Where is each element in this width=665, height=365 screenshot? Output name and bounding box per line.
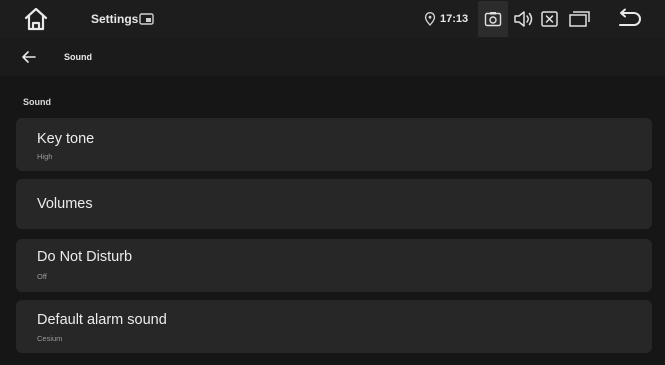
status-bar: Settings 17:13 — [0, 0, 665, 38]
default-alarm-sound-item[interactable]: Default alarm sound Cesium — [16, 300, 652, 353]
item-subtitle: Cesium — [37, 334, 63, 343]
volumes-item[interactable]: Volumes — [16, 179, 652, 229]
app-title: Settings — [91, 12, 139, 26]
arrow-left-icon[interactable] — [20, 48, 38, 66]
app-bar: Sound — [0, 38, 665, 76]
item-subtitle: Off — [37, 272, 47, 281]
item-title: Key tone — [37, 131, 95, 147]
return-icon[interactable] — [614, 7, 644, 31]
item-title: Volumes — [37, 196, 93, 212]
home-icon[interactable] — [22, 6, 50, 32]
item-title: Do Not Disturb — [37, 249, 133, 265]
camera-icon — [484, 11, 502, 27]
app-indicator-icon — [138, 10, 156, 28]
screenshot-button[interactable] — [478, 1, 508, 37]
recents-icon[interactable] — [567, 8, 593, 30]
do-not-disturb-item[interactable]: Do Not Disturb Off — [16, 239, 652, 292]
close-box-icon[interactable] — [539, 8, 561, 30]
status-time: 17:13 — [440, 13, 469, 25]
key-tone-item[interactable]: Key tone High — [16, 118, 652, 171]
item-subtitle: High — [37, 152, 53, 161]
location-icon — [424, 12, 436, 26]
page-title: Sound — [64, 52, 92, 62]
section-header: Sound — [23, 97, 51, 107]
settings-content: Sound Key tone High Volumes Do Not Distu… — [0, 76, 665, 365]
speaker-icon[interactable] — [512, 8, 534, 30]
item-title: Default alarm sound — [37, 312, 167, 328]
